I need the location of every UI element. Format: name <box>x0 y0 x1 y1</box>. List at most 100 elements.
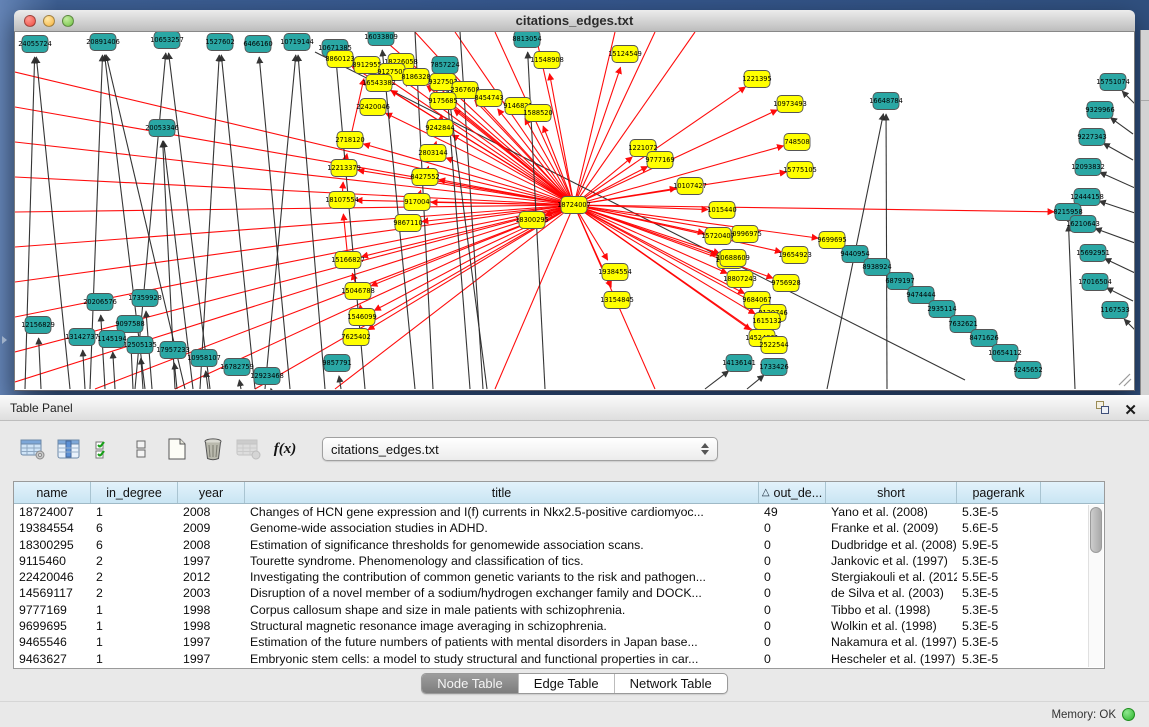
table-cell[interactable]: 2003 <box>178 585 245 601</box>
table-cell[interactable]: Jankovic et al. (1997) <box>826 553 957 569</box>
table-cell[interactable]: Wolkin et al. (1998) <box>826 618 957 634</box>
table-cell[interactable]: Estimation of significance thresholds fo… <box>245 537 759 553</box>
graph-node[interactable]: 13142737 <box>65 329 99 346</box>
table-cell[interactable]: 2 <box>91 569 178 585</box>
graph-node[interactable]: 1588520 <box>523 105 552 122</box>
table-cell[interactable]: 1997 <box>178 634 245 650</box>
graph-node[interactable]: 15775105 <box>783 162 817 179</box>
table-cell[interactable]: 5.3E-5 <box>957 602 1041 618</box>
graph-node[interactable]: 18807243 <box>723 271 757 288</box>
graph-node[interactable]: 8454743 <box>474 90 503 107</box>
tab-network-table[interactable]: Network Table <box>614 674 727 693</box>
node-table[interactable]: namein_degreeyeartitle△out_de...shortpag… <box>13 481 1105 669</box>
zoom-window-button[interactable] <box>62 15 74 27</box>
table-cell[interactable]: 1997 <box>178 651 245 667</box>
graph-node[interactable]: 2522544 <box>759 337 788 354</box>
table-cell[interactable]: 19384554 <box>14 520 91 536</box>
graph-node[interactable]: 12444158 <box>1070 189 1104 206</box>
column-header-name[interactable]: name <box>14 482 91 503</box>
table-cell[interactable]: 6 <box>91 537 178 553</box>
graph-node[interactable]: 19384554 <box>598 264 632 281</box>
minimize-window-button[interactable] <box>43 15 55 27</box>
graph-node[interactable]: 10719144 <box>280 34 314 51</box>
table-cell[interactable]: 9699695 <box>14 618 91 634</box>
column-header-pagerank[interactable]: pagerank <box>957 482 1041 503</box>
column-visibility-icon[interactable] <box>54 435 84 463</box>
tab-node-table[interactable]: Node Table <box>422 674 518 693</box>
table-row[interactable]: 911546021997Tourette syndrome. Phenomeno… <box>14 553 1104 569</box>
graph-node[interactable]: 15124549 <box>608 46 642 63</box>
table-cell[interactable]: Yano et al. (2008) <box>826 504 957 520</box>
table-cell[interactable]: 5.9E-5 <box>957 537 1041 553</box>
table-cell[interactable]: 18724007 <box>14 504 91 520</box>
table-selector-dropdown[interactable]: citations_edges.txt <box>322 437 718 461</box>
graph-node[interactable]: 18300295 <box>515 212 549 229</box>
table-row[interactable]: 2242004622012Investigating the contribut… <box>14 569 1104 585</box>
table-cell[interactable]: 1 <box>91 618 178 634</box>
graph-node[interactable]: 1221395 <box>742 71 771 88</box>
graph-node[interactable]: 18724007 <box>557 197 591 214</box>
graph-node[interactable]: 1546099 <box>347 309 376 326</box>
table-cell[interactable]: 1 <box>91 651 178 667</box>
column-header-in_degree[interactable]: in_degree <box>91 482 178 503</box>
table-cell[interactable]: Changes of HCN gene expression and I(f) … <box>245 504 759 520</box>
scrollbar-thumb[interactable] <box>1090 507 1102 553</box>
table-row[interactable]: 1830029562008Estimation of significance … <box>14 537 1104 553</box>
table-row[interactable]: 1456911722003Disruption of a novel membe… <box>14 585 1104 601</box>
graph-node[interactable]: 9329966 <box>1085 102 1114 119</box>
table-cell[interactable]: 0 <box>759 520 826 536</box>
table-cell[interactable]: Stergiakouli et al. (2012) <box>826 569 957 585</box>
table-cell[interactable]: 9463627 <box>14 651 91 667</box>
graph-node[interactable]: 17016504 <box>1078 274 1112 291</box>
graph-node[interactable]: 15166827 <box>331 252 365 269</box>
graph-node[interactable]: 18107554 <box>325 192 359 209</box>
graph-node[interactable]: 10654112 <box>988 345 1022 362</box>
graph-node[interactable]: 10688609 <box>716 250 750 267</box>
table-cell[interactable]: 0 <box>759 585 826 601</box>
table-cell[interactable]: Dudbridge et al. (2008) <box>826 537 957 553</box>
graph-node[interactable]: 1527602 <box>205 34 234 51</box>
graph-node[interactable]: 19654923 <box>778 247 812 264</box>
graph-node[interactable]: 16782759 <box>220 359 254 376</box>
table-cell[interactable]: 14569117 <box>14 585 91 601</box>
graph-node[interactable]: 17359928 <box>128 290 162 307</box>
graph-node[interactable]: 1015440 <box>707 202 736 219</box>
vertical-scrollbar[interactable] <box>1088 505 1103 667</box>
new-table-icon[interactable] <box>162 435 192 463</box>
graph-node[interactable]: 12213379 <box>327 160 361 177</box>
table-cell[interactable]: 9465546 <box>14 634 91 650</box>
table-cell[interactable]: Investigating the contribution of common… <box>245 569 759 585</box>
graph-node[interactable]: 12093832 <box>1071 159 1105 176</box>
graph-node[interactable]: 24055724 <box>18 36 52 53</box>
graph-node[interactable]: 9857791 <box>322 355 351 372</box>
graph-node[interactable]: 10973493 <box>773 96 807 113</box>
table-cell[interactable]: 2 <box>91 585 178 601</box>
column-header-short[interactable]: short <box>826 482 957 503</box>
table-cell[interactable]: 0 <box>759 537 826 553</box>
table-cell[interactable]: 9115460 <box>14 553 91 569</box>
table-cell[interactable]: 6 <box>91 520 178 536</box>
table-cell[interactable]: 2012 <box>178 569 245 585</box>
graph-node[interactable]: 20891406 <box>86 34 120 51</box>
table-cell[interactable]: Embryonic stem cells: a model to study s… <box>245 651 759 667</box>
table-cell[interactable]: 0 <box>759 553 826 569</box>
table-row[interactable]: 1938455462009Genome-wide association stu… <box>14 520 1104 536</box>
graph-node[interactable]: 16543382 <box>362 75 396 92</box>
table-cell[interactable]: 9777169 <box>14 602 91 618</box>
graph-node[interactable]: 2935114 <box>927 301 956 318</box>
row-height-icon[interactable] <box>126 435 156 463</box>
graph-node[interactable]: 9242844 <box>425 120 454 137</box>
graph-node[interactable]: 8427552 <box>410 169 439 186</box>
graph-node[interactable]: 8186328 <box>401 69 430 86</box>
graph-node[interactable]: 12505135 <box>123 337 157 354</box>
delete-icon[interactable] <box>198 435 228 463</box>
table-cell[interactable]: Franke et al. (2009) <box>826 520 957 536</box>
table-cell[interactable]: 1998 <box>178 602 245 618</box>
window-titlebar[interactable]: citations_edges.txt <box>14 10 1135 32</box>
table-cell[interactable]: 18300295 <box>14 537 91 553</box>
graph-node[interactable]: 12923468 <box>250 368 284 385</box>
graph-node[interactable]: 8938924 <box>862 259 891 276</box>
graph-node[interactable]: 9245652 <box>1013 362 1042 379</box>
column-header-year[interactable]: year <box>178 482 245 503</box>
graph-node[interactable]: 748508 <box>784 134 810 151</box>
